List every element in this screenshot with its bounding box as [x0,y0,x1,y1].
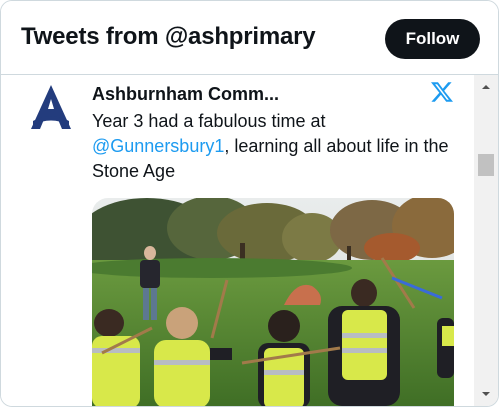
widget-title: Tweets from @ashprimary [21,23,316,50]
vertical-scrollbar[interactable] [474,75,498,406]
scroll-down-arrow-icon[interactable] [480,388,492,400]
timeline-widget: Tweets from @ashprimary Follow Ashburnha… [0,0,499,407]
tweet-text-start: Year 3 had a fabulous time at [92,111,326,131]
tweet-author-name[interactable]: Ashburnham Comm... [92,84,279,105]
tweet-text: Year 3 had a fabulous time at @Gunnersbu… [92,109,452,184]
scrollbar-thumb[interactable] [478,154,494,176]
school-logo-icon[interactable] [25,81,77,133]
widget-header: Tweets from @ashprimary Follow [1,1,498,75]
tweet-media-photo[interactable] [92,198,454,406]
park-photo-image [92,198,454,406]
mention-link[interactable]: @Gunnersbury1 [92,136,224,156]
x-logo-icon[interactable] [430,80,454,104]
tweet-list: Ashburnham Comm... Year 3 had a fabulous… [1,75,474,406]
follow-button[interactable]: Follow [385,19,480,59]
scroll-up-arrow-icon[interactable] [480,81,492,93]
